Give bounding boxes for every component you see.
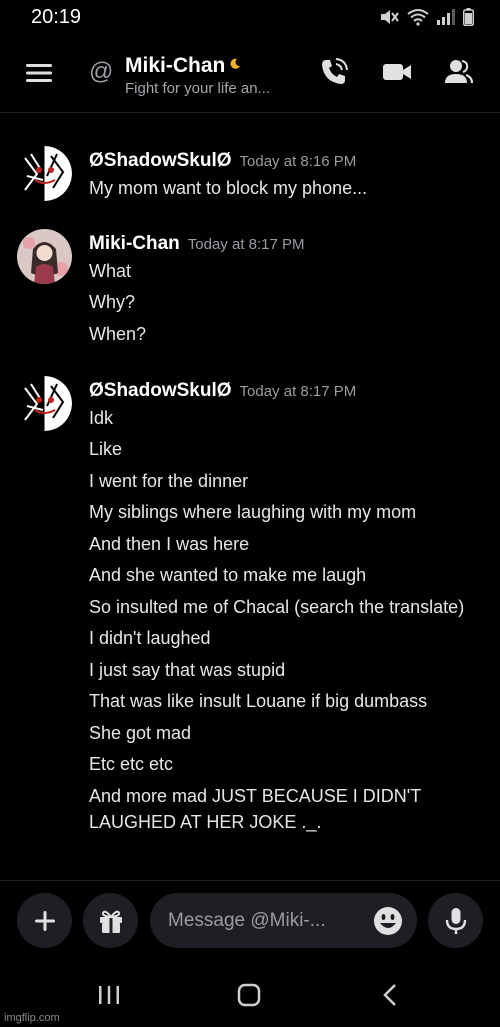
message-author[interactable]: ØShadowSkulØ Today at 8:17 PM xyxy=(89,380,356,402)
message-text: I didn't laughed xyxy=(89,628,211,648)
author-name: ØShadowSkulØ xyxy=(89,150,232,171)
message-author[interactable]: ØShadowSkulØ Today at 8:16 PM xyxy=(89,150,356,172)
home-icon xyxy=(237,983,261,1007)
message-text: I went for the dinner xyxy=(89,471,249,491)
message-timestamp: Today at 8:16 PM xyxy=(239,153,357,170)
message-composer: Message @Miki-... xyxy=(0,880,500,963)
wifi-icon xyxy=(407,9,429,26)
video-call-button[interactable] xyxy=(381,56,413,88)
avatar[interactable] xyxy=(17,146,72,201)
author-name: ØShadowSkulØ xyxy=(89,380,232,401)
menu-button[interactable] xyxy=(24,58,54,88)
idle-moon-icon xyxy=(230,58,241,69)
contact-status: Fight for your life an... xyxy=(125,80,271,97)
emoji-button[interactable] xyxy=(373,906,403,936)
message-text: LAUGHED AT HER JOKE ._. xyxy=(89,812,322,832)
recent-apps-icon xyxy=(99,986,119,1004)
watermark: imgflip.com xyxy=(4,1012,60,1024)
message-list[interactable]: ØShadowSkulØ Today at 8:16 PM My mom want… xyxy=(0,112,500,882)
mute-icon xyxy=(381,10,399,24)
signal-icon xyxy=(437,9,455,25)
message-text: And then I was here xyxy=(89,534,250,554)
status-time: 20:19 xyxy=(31,6,82,28)
voice-call-button[interactable] xyxy=(318,56,350,88)
avatar[interactable] xyxy=(17,376,72,431)
avatar[interactable] xyxy=(17,229,72,284)
message-text: I just say that was stupid xyxy=(89,660,286,680)
recent-apps-button[interactable] xyxy=(94,980,124,1010)
skull-avatar-icon xyxy=(17,146,72,201)
message-text: My mom want to block my phone... xyxy=(89,178,368,198)
gift-icon xyxy=(99,910,122,933)
add-attachment-button[interactable] xyxy=(17,893,72,948)
message-text: She got mad xyxy=(89,723,192,743)
message-text: What xyxy=(89,261,132,281)
message-text: And she wanted to make me laugh xyxy=(89,565,367,585)
battery-icon xyxy=(463,8,474,26)
contact-name-label: Miki-Chan xyxy=(125,54,226,77)
microphone-icon xyxy=(445,907,466,934)
message-text: Etc etc etc xyxy=(89,754,174,774)
skull-avatar-icon xyxy=(17,376,72,431)
message-placeholder: Message @Miki-... xyxy=(168,910,326,931)
message-text: My siblings where laughing with my mom xyxy=(89,502,417,522)
plus-icon xyxy=(34,910,55,931)
message-text: Idk xyxy=(89,408,114,428)
message-input[interactable]: Message @Miki-... xyxy=(150,893,417,948)
author-name: Miki-Chan xyxy=(89,233,180,254)
message-text: Like xyxy=(89,439,123,459)
back-chevron-icon xyxy=(383,984,396,1006)
status-icons xyxy=(379,8,474,26)
smiley-icon xyxy=(374,907,402,935)
message-author[interactable]: Miki-Chan Today at 8:17 PM xyxy=(89,233,305,255)
back-button[interactable] xyxy=(375,980,405,1010)
message-text: So insulted me of Chacal (search the tra… xyxy=(89,597,465,617)
chat-header: @ Miki-Chan Fight for your life an... xyxy=(0,34,500,113)
video-camera-icon xyxy=(383,64,411,80)
message-text: When? xyxy=(89,324,147,344)
system-nav-bar: imgflip.com xyxy=(0,962,500,1027)
message-timestamp: Today at 8:17 PM xyxy=(187,236,305,253)
user-icon xyxy=(445,60,473,84)
at-icon: @ xyxy=(89,58,114,85)
message-text: That was like insult Louane if big dumba… xyxy=(89,691,428,711)
message-text: Why? xyxy=(89,292,136,312)
hamburger-icon xyxy=(26,64,52,82)
gift-button[interactable] xyxy=(83,893,138,948)
message-text: And more mad JUST BECAUSE I DIDN'T xyxy=(89,786,422,806)
message-timestamp: Today at 8:17 PM xyxy=(239,383,357,400)
contact-name[interactable]: Miki-Chan xyxy=(125,54,241,78)
voice-message-button[interactable] xyxy=(428,893,483,948)
profile-button[interactable] xyxy=(442,56,474,88)
phone-call-icon xyxy=(322,58,348,84)
home-button[interactable] xyxy=(234,980,264,1010)
status-bar: 20:19 xyxy=(0,0,500,34)
anime-girl-avatar-icon xyxy=(17,229,72,284)
